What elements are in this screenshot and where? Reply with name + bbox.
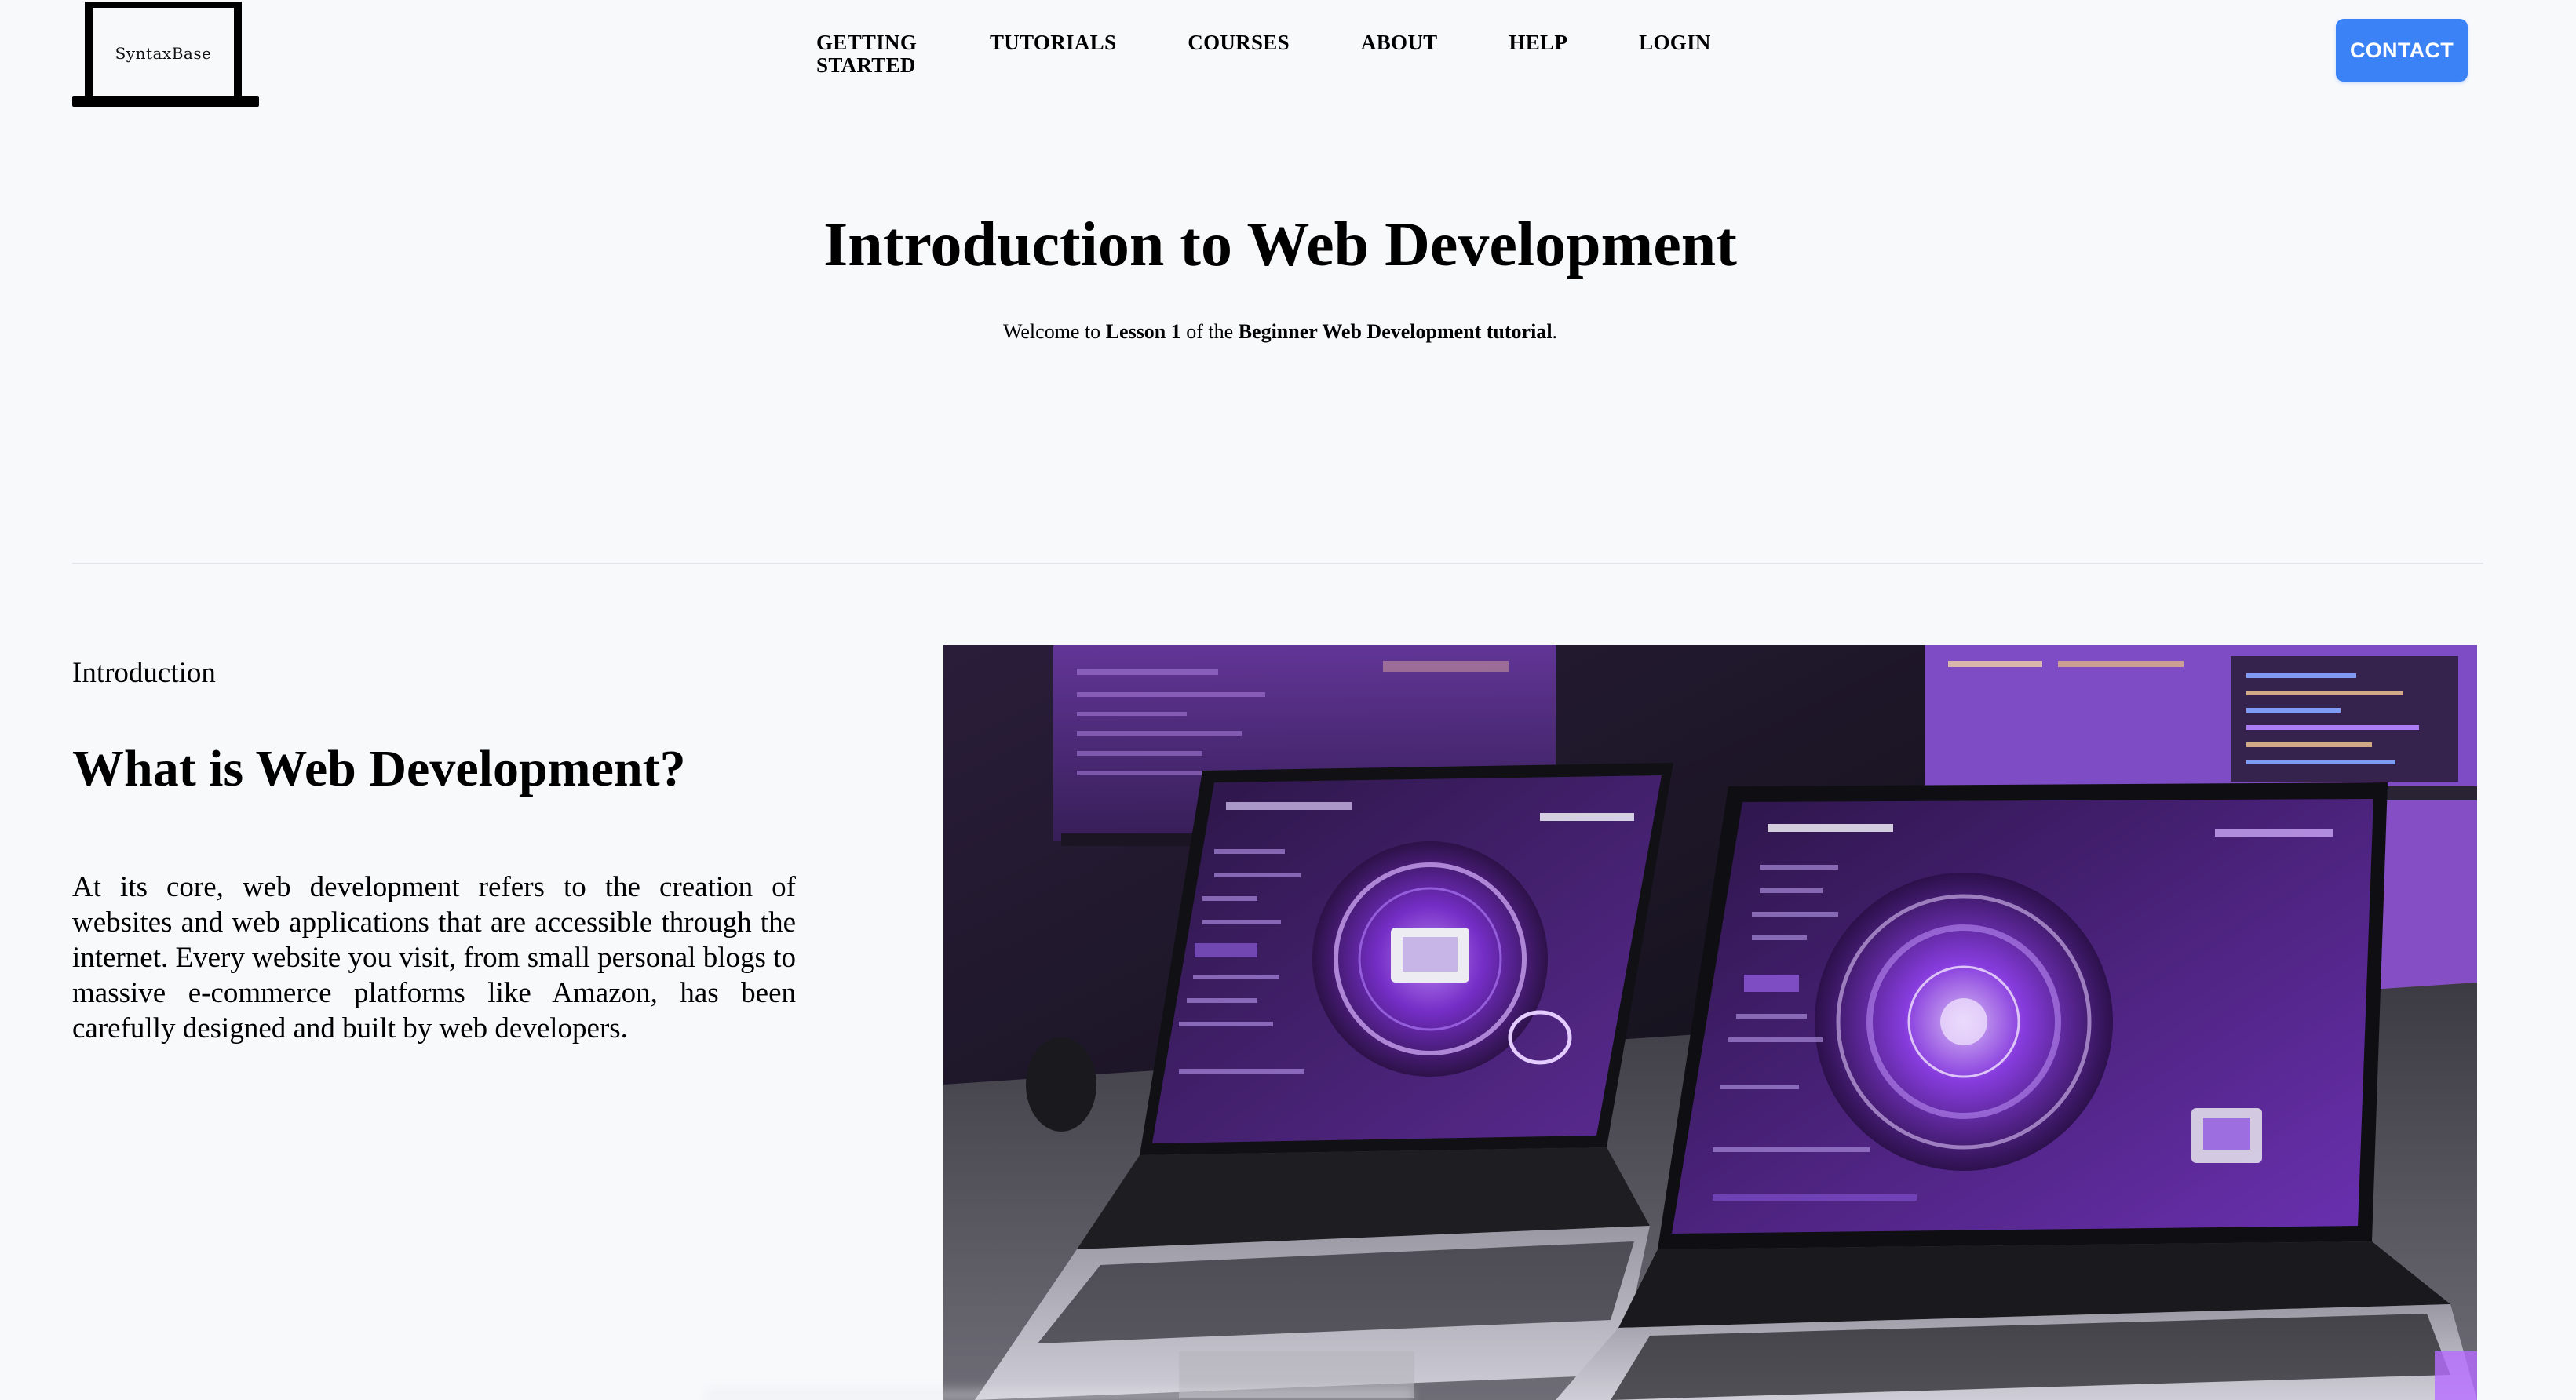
bottom-shadow xyxy=(706,1384,1413,1400)
main-nav: GETTING STARTED TUTORIALS COURSES ABOUT … xyxy=(816,31,1711,86)
laptop-logo-icon: SyntaxBase xyxy=(85,2,242,107)
nav-item-getting-started[interactable]: GETTING STARTED xyxy=(816,31,918,77)
subtitle-lesson: Lesson 1 xyxy=(1105,320,1181,343)
logo-text: SyntaxBase xyxy=(115,44,212,63)
section-label: Introduction xyxy=(72,657,216,689)
nav-item-courses[interactable]: COURSES xyxy=(1188,31,1290,54)
subtitle-middle: of the xyxy=(1180,320,1239,343)
nav-item-help[interactable]: HELP xyxy=(1509,31,1567,54)
nav-item-tutorials[interactable]: TUTORIALS xyxy=(990,31,1116,54)
page-subtitle: Welcome to Lesson 1 of the Beginner Web … xyxy=(0,318,2560,346)
contact-button[interactable]: CONTACT xyxy=(2336,19,2468,82)
site-header: SyntaxBase GETTING STARTED TUTORIALS COU… xyxy=(0,0,2576,118)
subtitle-suffix: . xyxy=(1552,320,1558,343)
subtitle-tutorial: Beginner Web Development tutorial xyxy=(1238,320,1553,343)
site-logo[interactable]: SyntaxBase xyxy=(72,0,259,108)
section-heading: What is Web Development? xyxy=(72,740,686,797)
nav-item-about[interactable]: ABOUT xyxy=(1361,31,1438,54)
section-body: At its core, web development refers to t… xyxy=(72,871,796,1045)
subtitle-prefix: Welcome to xyxy=(1002,320,1106,343)
laptop-logo-base xyxy=(72,96,259,107)
page-title: Introduction to Web Development xyxy=(823,210,1737,279)
nav-item-login[interactable]: LOGIN xyxy=(1639,31,1711,54)
section-divider xyxy=(72,563,2483,564)
laptops-image xyxy=(943,645,2477,1400)
